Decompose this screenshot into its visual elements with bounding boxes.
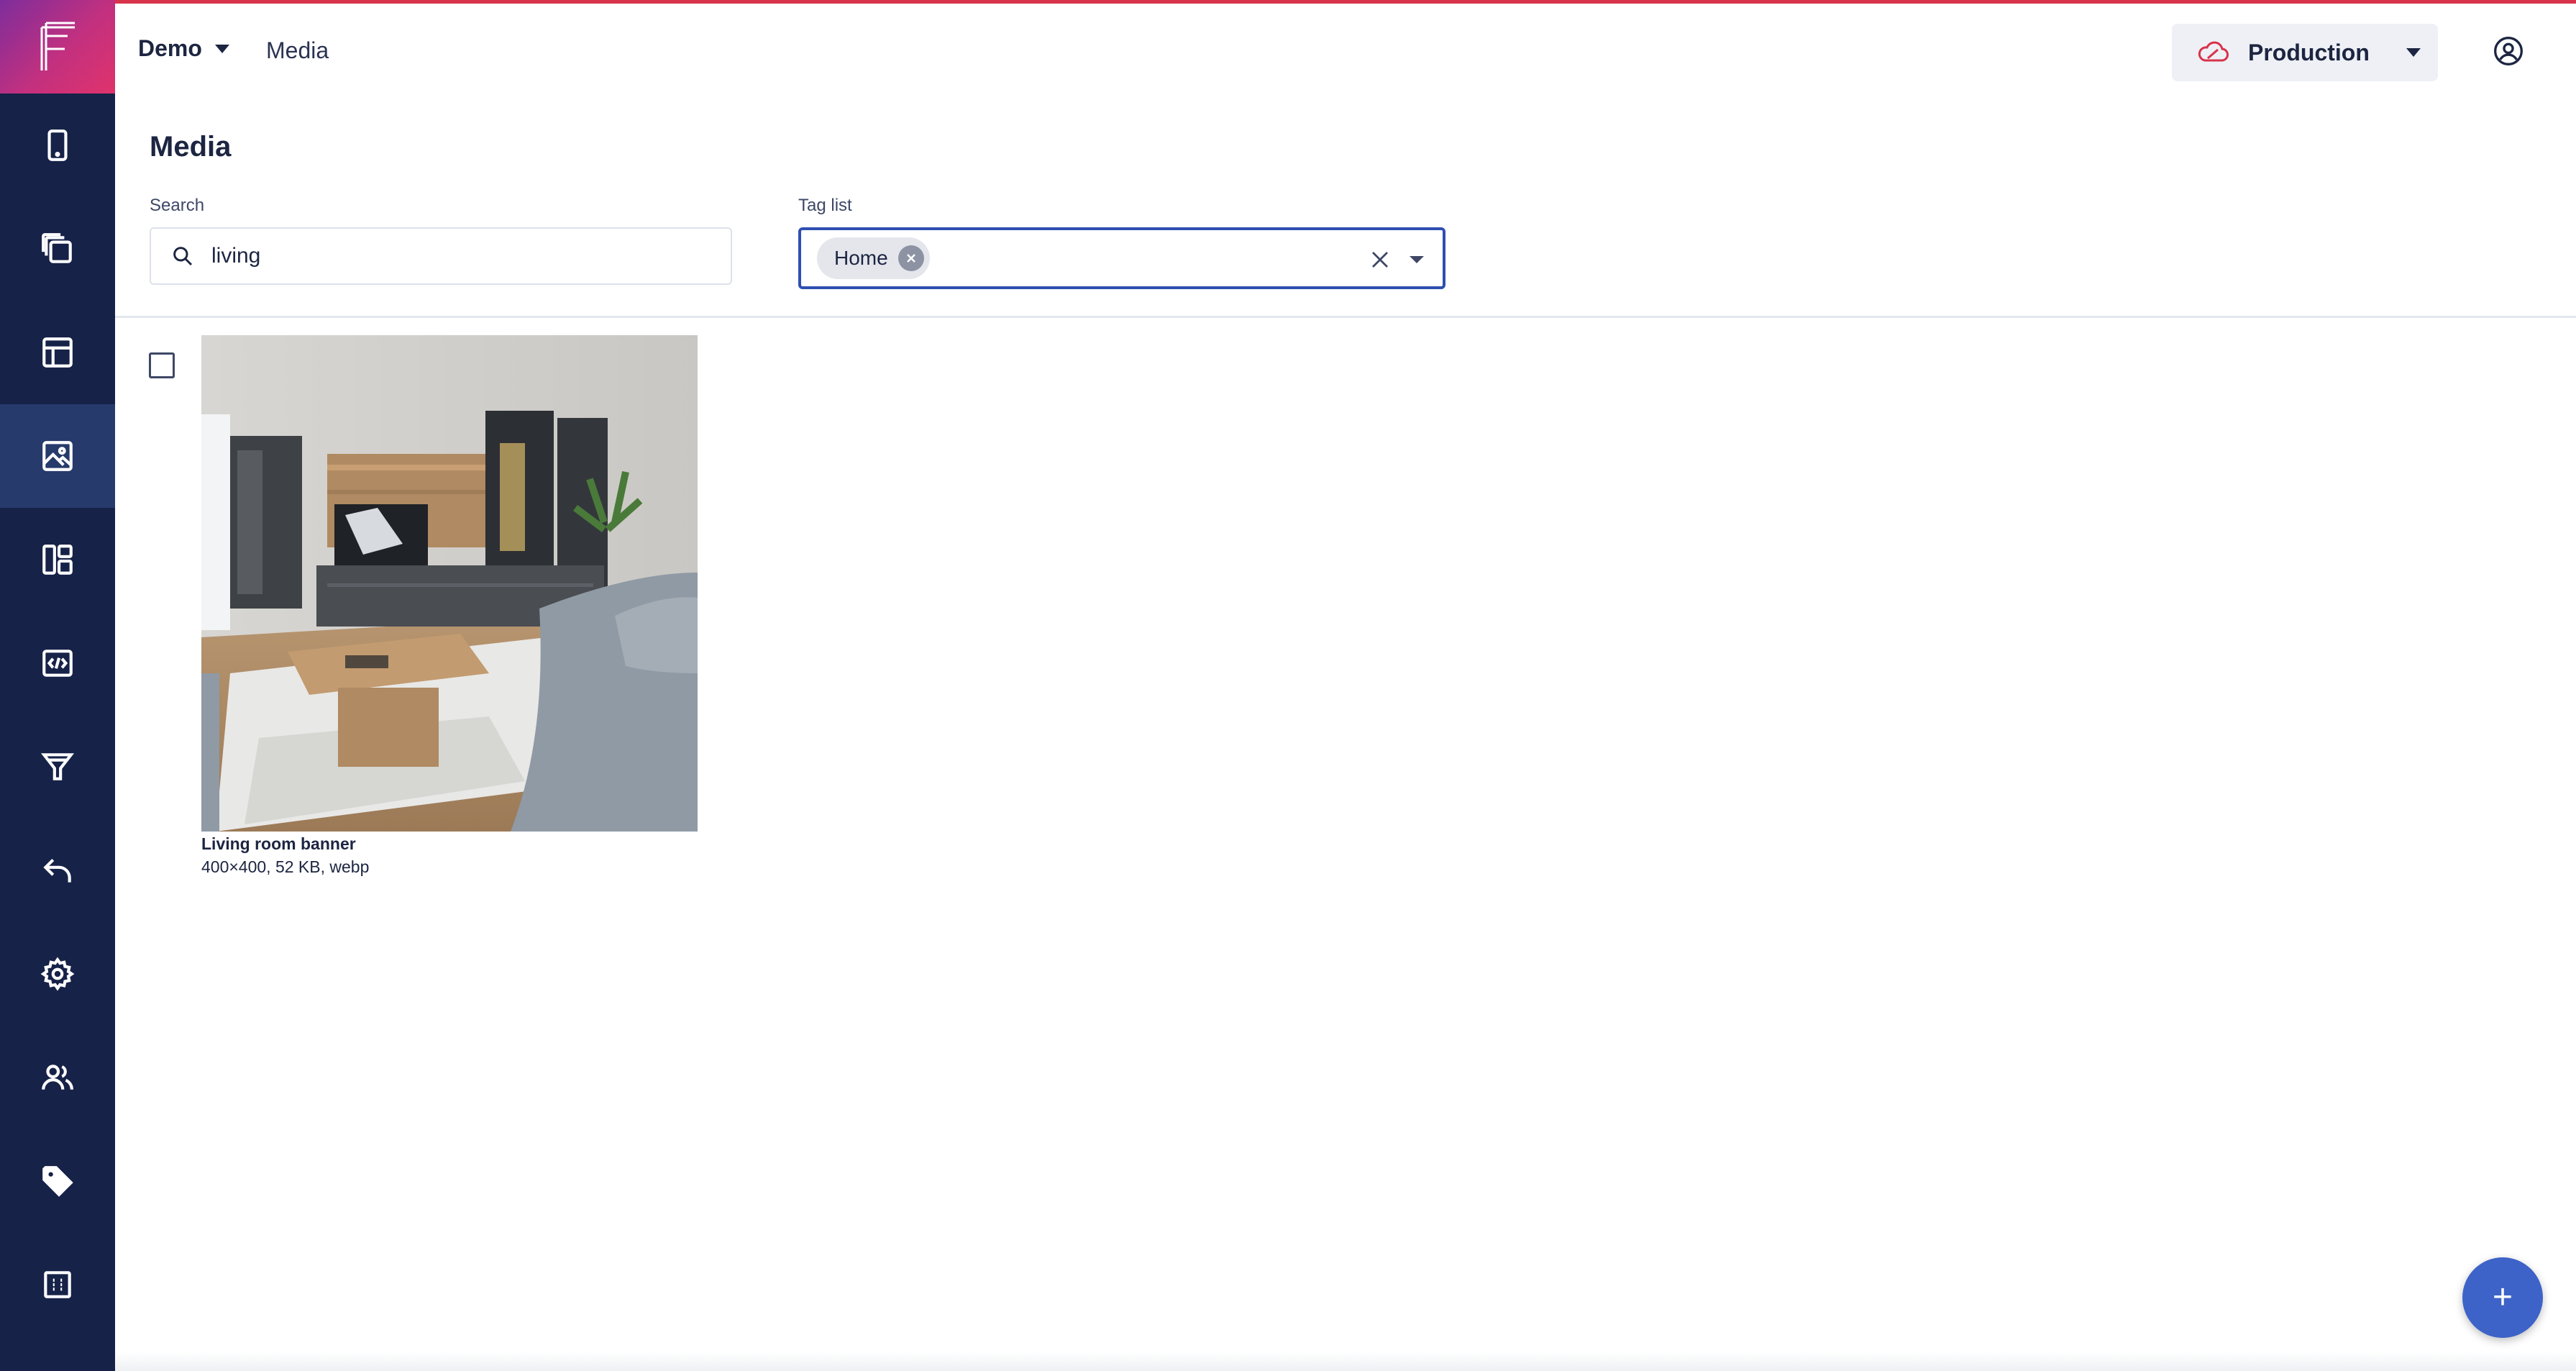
living-room-image	[201, 335, 698, 832]
workspace-selector[interactable]: Demo	[138, 35, 229, 62]
environment-name: Production	[2248, 39, 2370, 65]
top-bar: Demo Media Production	[115, 0, 2576, 94]
sidebar-item-code[interactable]	[0, 611, 115, 715]
copy-icon	[42, 233, 72, 263]
clear-tags-icon[interactable]	[1369, 249, 1391, 270]
users-icon	[42, 1065, 73, 1090]
tag-chip-label: Home	[834, 247, 888, 269]
code-icon	[42, 650, 73, 677]
filter-icon	[40, 753, 75, 780]
chevron-down-icon[interactable]	[1410, 256, 1424, 263]
search-label: Search	[150, 196, 205, 215]
sidebar-item-pages[interactable]	[0, 197, 115, 301]
close-icon	[906, 254, 915, 263]
filter-panel: Media Search living Tag list Home	[115, 94, 2576, 318]
undo-icon	[43, 858, 71, 883]
image-icon	[42, 441, 73, 471]
sidebar-item-media[interactable]	[0, 404, 115, 508]
gear-icon	[40, 957, 75, 991]
media-select-checkbox[interactable]	[149, 352, 175, 378]
media-thumbnail[interactable]	[201, 335, 698, 832]
dashboard-icon	[42, 545, 73, 575]
sidebar-item-layouts[interactable]	[0, 301, 115, 404]
tag-chip: Home	[817, 237, 930, 279]
environment-selector[interactable]: Production	[2172, 24, 2438, 81]
search-icon	[173, 247, 193, 266]
sidebar-item-components[interactable]	[0, 508, 115, 611]
remove-tag-button[interactable]	[898, 245, 924, 271]
media-name: Living room banner	[201, 834, 356, 853]
tag-list-select[interactable]: Home	[798, 227, 1445, 289]
app-logo[interactable]	[0, 0, 115, 94]
sidebar-item-devices[interactable]	[0, 94, 115, 197]
sidebar	[0, 0, 115, 1371]
layout-icon	[42, 337, 73, 368]
sidebar-item-users[interactable]	[0, 1026, 115, 1129]
sidebar-item-settings[interactable]	[0, 922, 115, 1026]
media-meta: 400×400, 52 KB, webp	[201, 857, 370, 876]
breadcrumb[interactable]: Media	[266, 37, 329, 64]
building-icon	[44, 1271, 71, 1298]
search-input[interactable]: living	[150, 227, 732, 285]
phone-icon	[47, 129, 68, 161]
logo-f-icon	[40, 22, 75, 70]
user-account-icon[interactable]	[2493, 35, 2524, 67]
sidebar-item-redirects[interactable]	[0, 819, 115, 922]
search-value: living	[211, 244, 261, 268]
add-media-button[interactable]: +	[2462, 1257, 2543, 1338]
workspace-name: Demo	[138, 35, 202, 61]
tag-icon	[42, 1166, 73, 1197]
page-title: Media	[150, 131, 232, 163]
bottom-edge	[115, 1352, 2576, 1371]
chevron-down-icon	[214, 44, 229, 53]
sidebar-item-filters[interactable]	[0, 715, 115, 819]
cloud-icon	[2198, 41, 2229, 62]
plus-icon: +	[2492, 1278, 2513, 1316]
sidebar-item-company[interactable]	[0, 1233, 115, 1336]
sidebar-item-tags[interactable]	[0, 1129, 115, 1233]
tag-list-label: Tag list	[798, 196, 852, 215]
chevron-down-icon	[2406, 48, 2421, 57]
